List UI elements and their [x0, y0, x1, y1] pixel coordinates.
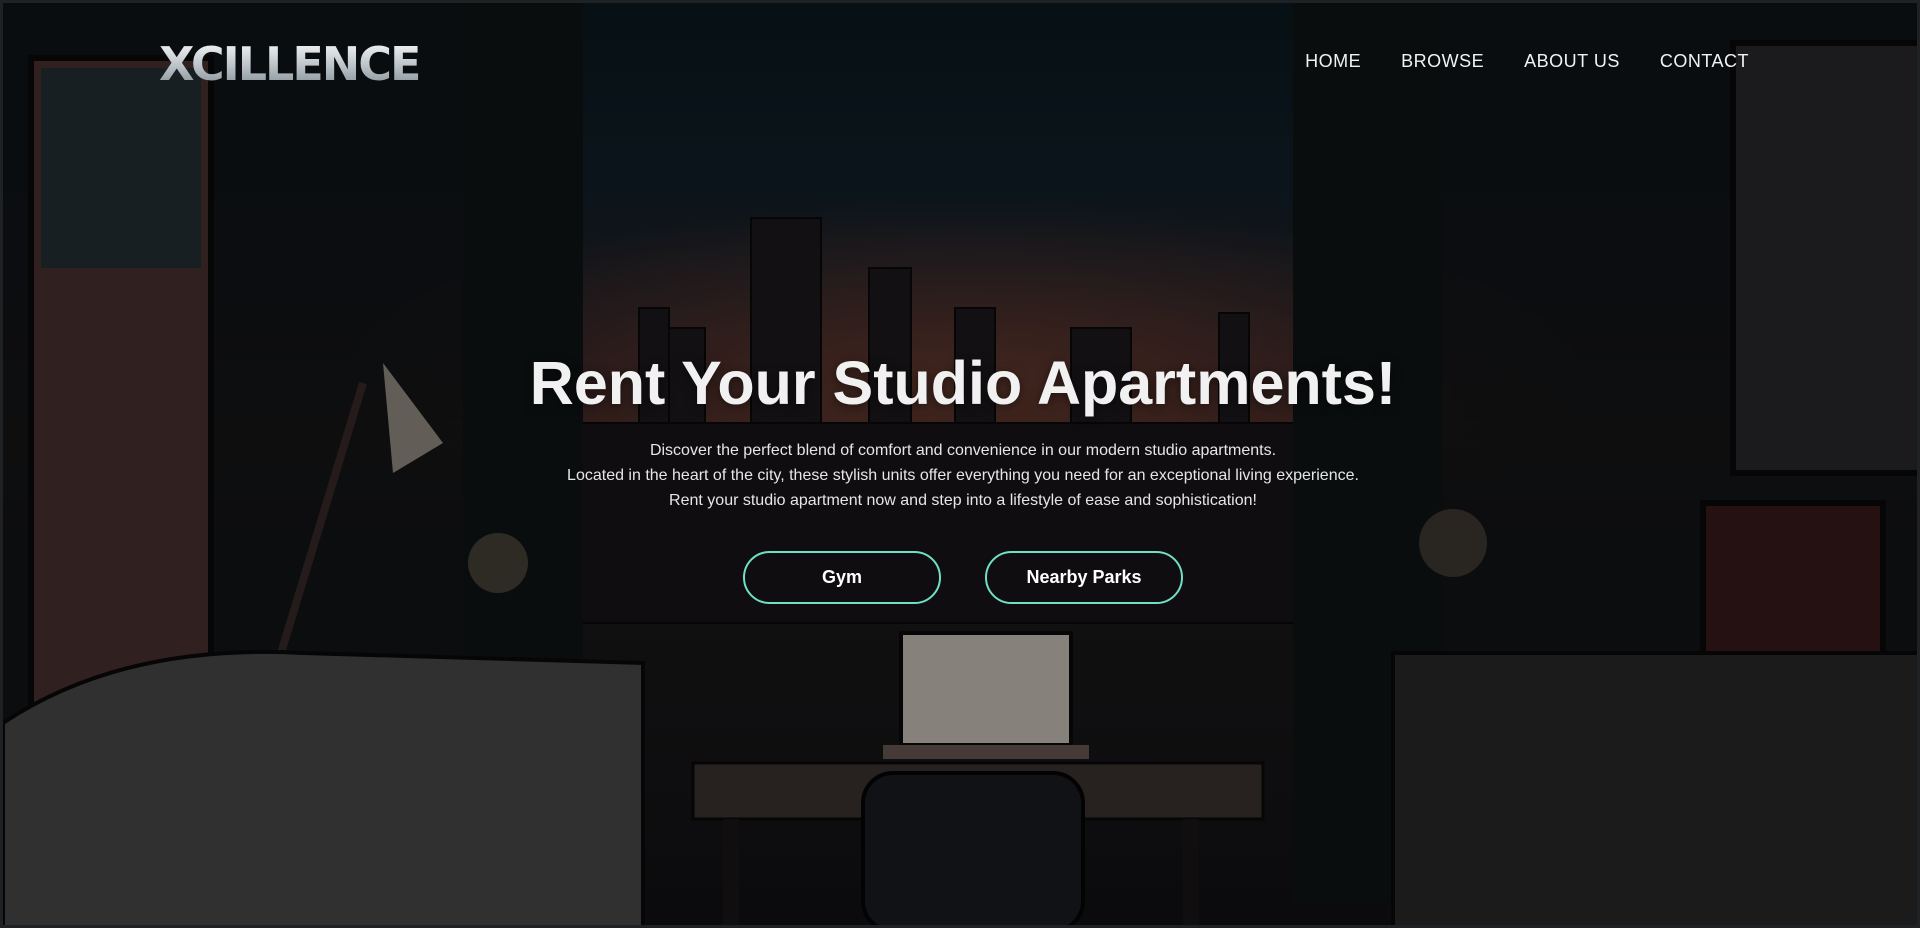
hero-line-1: Discover the perfect blend of comfort an… [649, 442, 1277, 459]
nearby-parks-button[interactable]: Nearby Parks [985, 551, 1183, 604]
hero-buttons: Gym Nearby Parks [3, 551, 1917, 604]
hero-background: XCILLENCE HOME BROWSE ABOUT US CONTACT R… [0, 0, 1920, 928]
nav-home[interactable]: HOME [1305, 51, 1361, 72]
hero-line-3: Rent your studio apartment now and step … [669, 492, 1257, 509]
main-nav: HOME BROWSE ABOUT US CONTACT [1305, 51, 1749, 72]
hero-title: Rent Your Studio Apartments! [529, 349, 1397, 417]
nav-contact[interactable]: CONTACT [1660, 51, 1749, 72]
gym-button[interactable]: Gym [743, 551, 941, 604]
brand-logo[interactable]: XCILLENCE [159, 37, 421, 91]
nav-browse[interactable]: BROWSE [1401, 51, 1484, 72]
hero-line-2: Located in the heart of the city, these … [567, 467, 1359, 484]
nav-about-us[interactable]: ABOUT US [1524, 51, 1620, 72]
hero-description: Discover the perfect blend of comfort an… [3, 438, 1917, 513]
